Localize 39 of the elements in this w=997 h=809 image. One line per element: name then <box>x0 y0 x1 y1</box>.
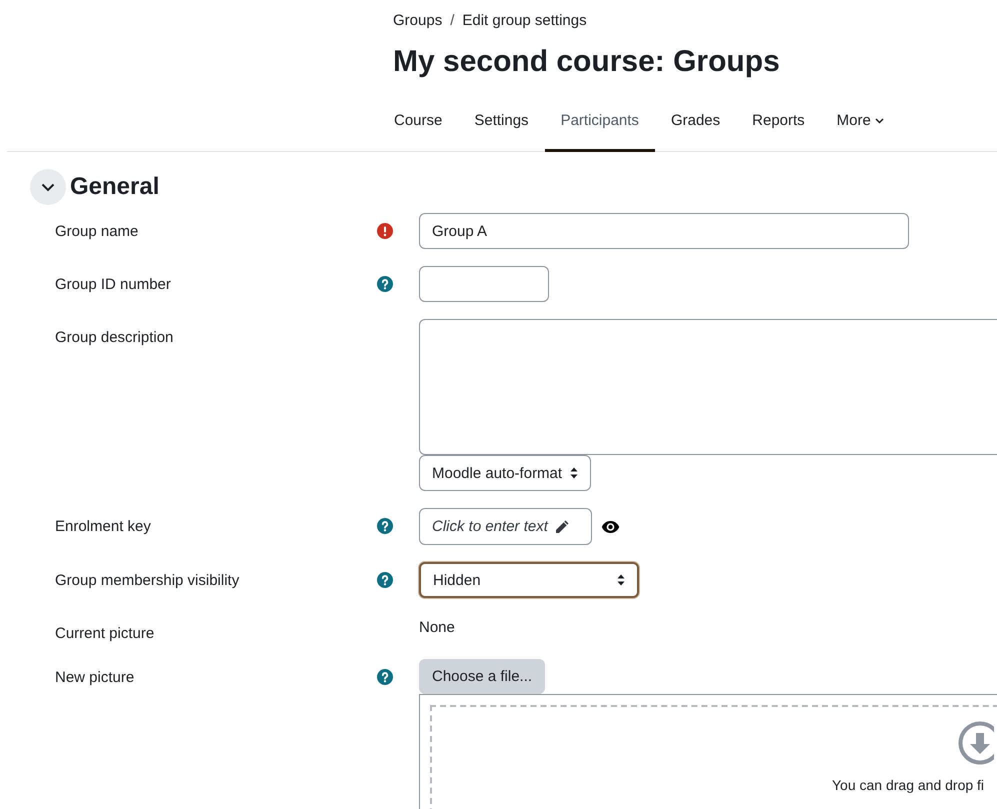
help-icon[interactable] <box>377 669 393 685</box>
help-icon[interactable] <box>377 572 393 588</box>
chevron-down-icon <box>41 182 55 192</box>
field-label: Current picture <box>55 624 156 642</box>
nav-tab[interactable]: Course <box>378 92 458 152</box>
eye-icon[interactable] <box>601 520 620 534</box>
visibility-select[interactable]: Hidden <box>419 562 639 598</box>
help-icon[interactable] <box>377 276 393 292</box>
sort-arrows-icon <box>570 467 578 479</box>
breadcrumb-separator: / <box>450 12 454 28</box>
help-icon[interactable] <box>377 518 393 534</box>
more-menu-tab[interactable]: More <box>820 92 900 152</box>
field-label: Group ID number <box>55 275 172 295</box>
text-field[interactable] <box>419 266 549 302</box>
page-title: My second course: Groups <box>393 45 781 79</box>
file-drop-area[interactable]: You can drag and drop fi <box>419 694 997 809</box>
download-arrow-icon <box>958 721 994 765</box>
field-value: None <box>419 618 455 636</box>
text-field[interactable]: Group A <box>419 213 909 249</box>
nav-tab[interactable]: Participants <box>544 92 655 152</box>
field-label: Enrolment key <box>55 517 152 537</box>
field-label: Group membership visibility <box>55 571 240 591</box>
drop-instructions: You can drag and drop fi <box>832 777 984 793</box>
field-label: Group name <box>55 222 140 242</box>
section-heading: General <box>70 173 160 201</box>
caret-icon <box>874 118 884 124</box>
pencil-icon <box>554 518 570 534</box>
field-label: Group description <box>55 328 174 348</box>
choose-file-button[interactable]: Choose a file... <box>419 659 546 694</box>
nav-tab[interactable]: Settings <box>458 92 545 152</box>
field-label: New picture <box>55 668 136 688</box>
collapse-toggle[interactable] <box>30 169 66 205</box>
sort-arrows-icon <box>617 574 625 586</box>
breadcrumb-link[interactable]: Groups <box>393 12 442 28</box>
nav-tab[interactable]: Grades <box>654 92 736 152</box>
format-select[interactable]: Moodle auto-format <box>419 455 592 491</box>
inline-edit-field[interactable]: Click to enter text <box>419 508 592 545</box>
nav-tab[interactable]: Reports <box>736 92 821 152</box>
breadcrumb-current: Edit group settings <box>462 12 587 28</box>
